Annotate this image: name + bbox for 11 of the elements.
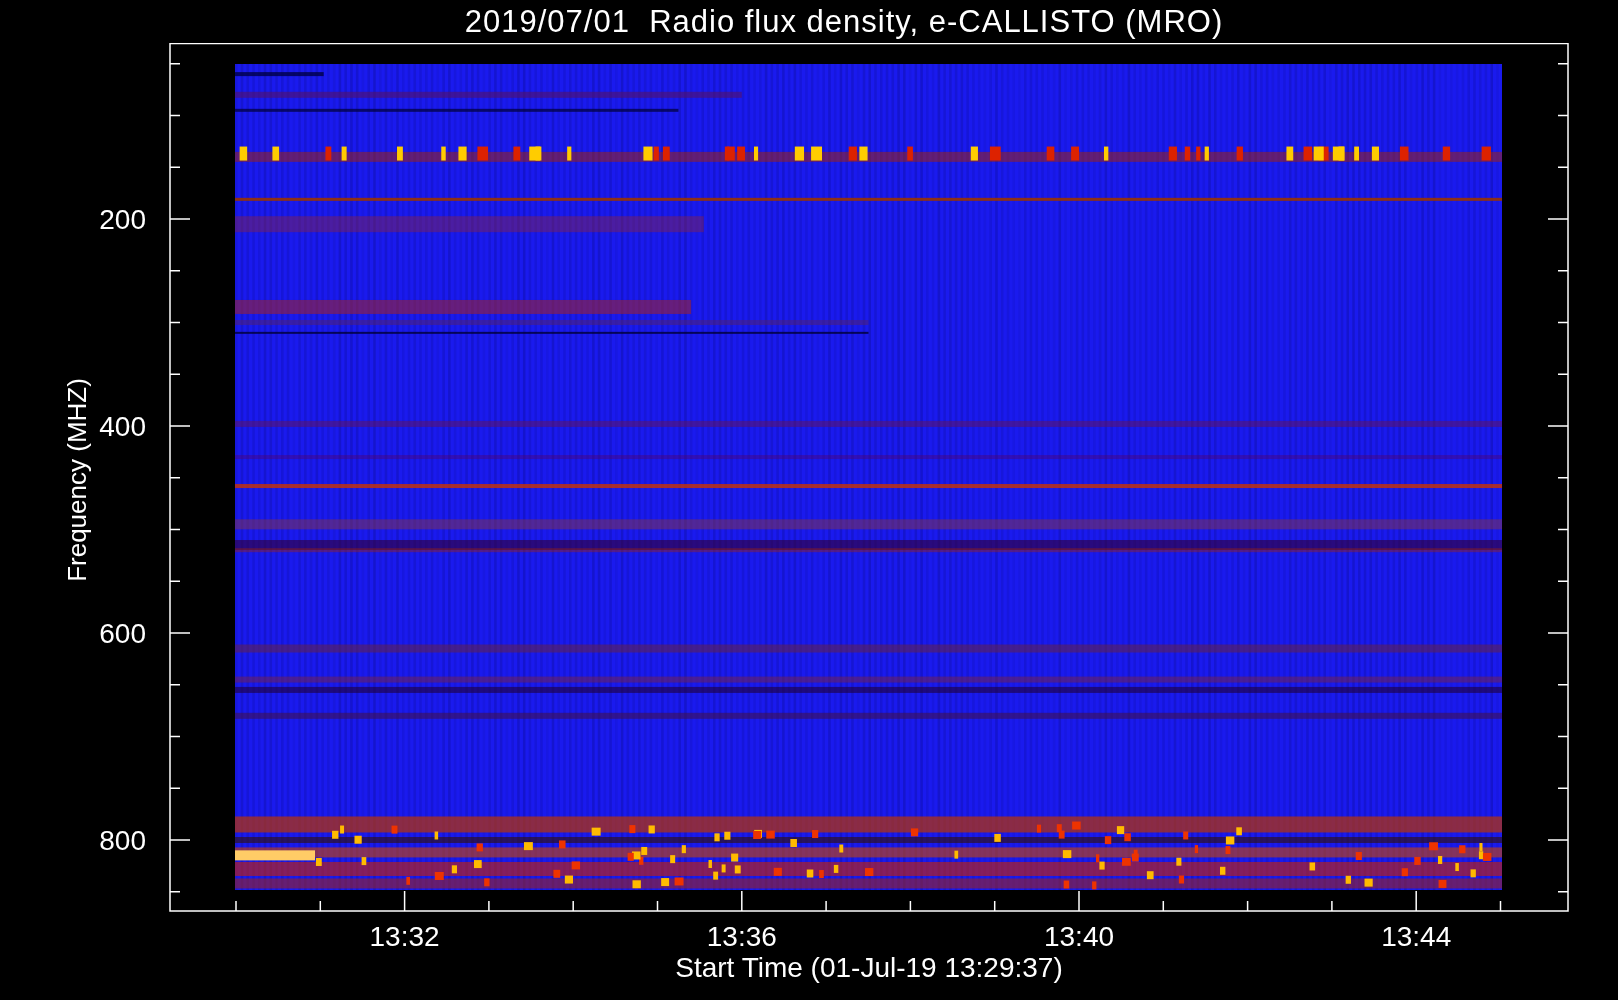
y-tick-label: 800	[99, 825, 146, 856]
x-tick-label: 13:32	[369, 921, 440, 952]
x-tick-label: 13:44	[1381, 921, 1452, 952]
x-axis-title: Start Time (01-Jul-19 13:29:37)	[675, 952, 1063, 983]
y-axis-title: Frequency (MHZ)	[62, 378, 92, 582]
chart-title: 2019/07/01 Radio flux density, e-CALLISTO (MRO)	[463, 2, 1225, 41]
y-tick-label: 400	[99, 411, 146, 442]
x-tick-label: 13:36	[706, 921, 777, 952]
y-tick-label: 200	[99, 204, 146, 235]
y-tick-label: 600	[99, 618, 146, 649]
x-tick-label: 13:40	[1043, 921, 1115, 952]
